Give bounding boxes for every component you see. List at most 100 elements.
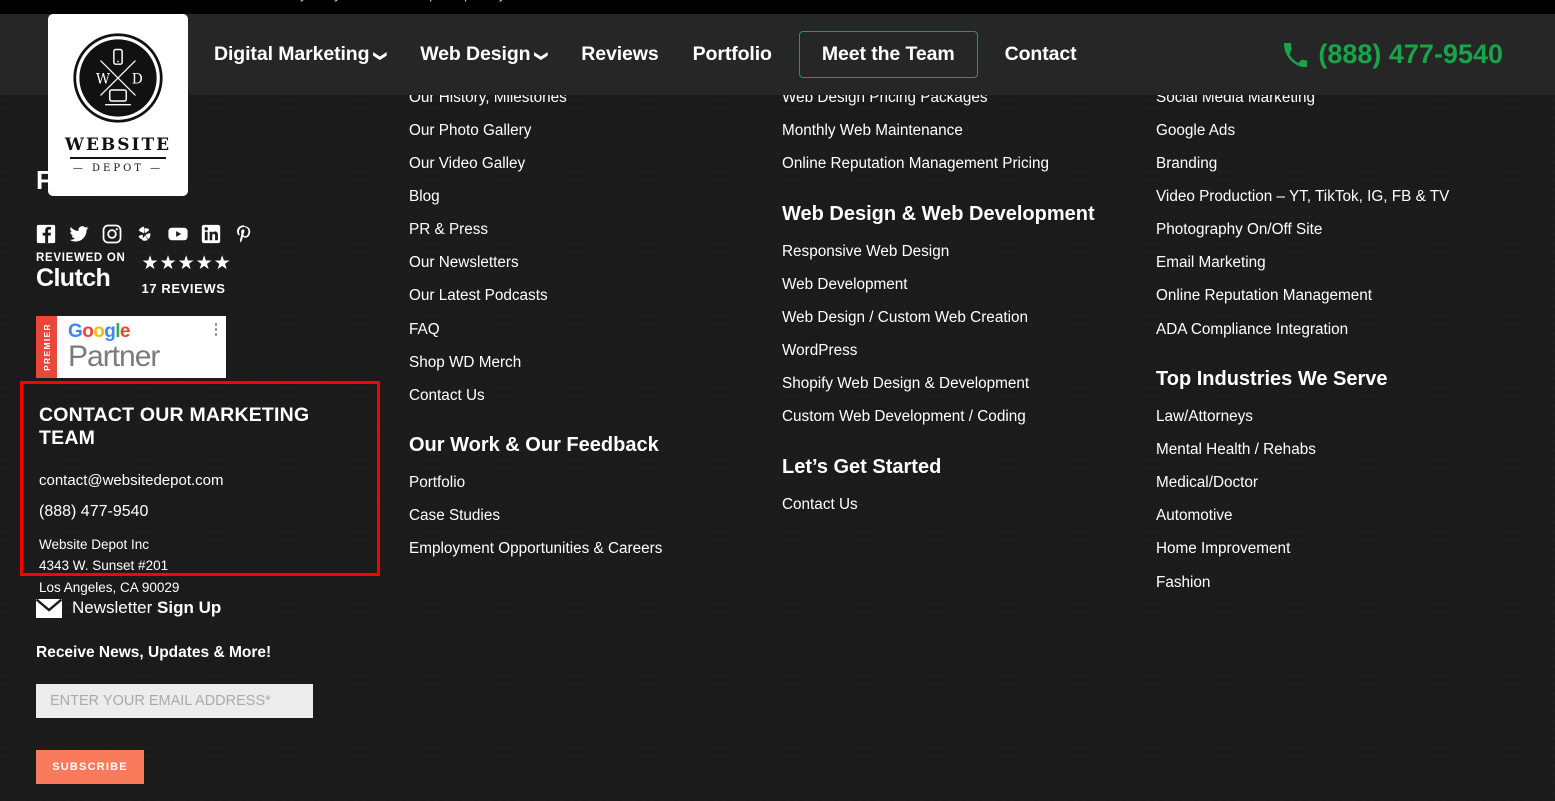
footer-link[interactable]: PR & Press bbox=[409, 221, 759, 239]
street-address: 4343 W. Sunset #201 bbox=[39, 558, 169, 574]
footer-link[interactable]: Portfolio bbox=[409, 474, 759, 492]
footer-link[interactable]: Email Marketing bbox=[1156, 254, 1536, 272]
footer-link[interactable]: Our Video Galley bbox=[409, 155, 759, 173]
envelope-icon bbox=[36, 598, 62, 618]
nav-reviews[interactable]: Reviews bbox=[564, 43, 675, 66]
twitter-icon[interactable] bbox=[69, 224, 89, 244]
column-links-top: Social Media Marketing Google Ads Branding… bbox=[1156, 89, 1536, 338]
company-name: Website Depot Inc bbox=[39, 537, 150, 552]
nav-item-label: Reviews bbox=[581, 43, 659, 65]
main-navigation: Digital Marketing ❯ Web Design ❯ Reviews Port… bbox=[197, 14, 1093, 95]
youtube-icon[interactable] bbox=[168, 224, 188, 244]
nav-digital-marketing[interactable]: Digital Marketing ❯ bbox=[197, 43, 403, 66]
subscribe-button[interactable]: SUBSCRIBE bbox=[36, 750, 144, 784]
footer-link[interactable]: Home Improvement bbox=[1156, 540, 1536, 558]
contact-box-title: CONTACT OUR MARKETING TEAM bbox=[39, 404, 310, 449]
star-rating-icon: ★★★★★ bbox=[141, 253, 232, 274]
footer-link[interactable]: Contact Us bbox=[409, 387, 759, 405]
logo-subwordmark: — DEPOT — bbox=[72, 163, 164, 174]
footer-link[interactable]: Employment Opportunities & Careers bbox=[409, 540, 759, 558]
footer-link[interactable]: Blog bbox=[409, 188, 759, 206]
svg-text:W: W bbox=[96, 72, 111, 88]
footer-section-heading: Let’s Get Started bbox=[782, 455, 942, 478]
footer-link[interactable]: Online Reputation Management Pricing bbox=[782, 155, 1137, 173]
footer-section-heading: Our Work & Our Feedback bbox=[409, 434, 659, 457]
clutch-brand: Clutch bbox=[36, 264, 111, 292]
footer-link[interactable]: Contact Us bbox=[782, 496, 1137, 514]
nav-item-label: Meet the Team bbox=[821, 43, 955, 65]
footer-link[interactable]: ADA Compliance Integration bbox=[1156, 321, 1536, 339]
chevron-down-icon: ❯ bbox=[534, 50, 550, 61]
footer-link[interactable]: WordPress bbox=[782, 342, 1137, 360]
page-root: y y l l p p y Our History, MilestonesOur… bbox=[0, 0, 1555, 801]
footer-link[interactable]: Our Newsletters bbox=[409, 254, 759, 272]
contact-address: Website Depot Inc 4343 W. Sunset #201 Lo… bbox=[39, 534, 361, 598]
column-marketing: Social Media Marketing Google Ads Branding… bbox=[1156, 89, 1536, 607]
footer-link[interactable]: Medical/Doctor bbox=[1156, 474, 1536, 492]
header-phone-link[interactable]: (888) 477-9540 bbox=[1283, 14, 1503, 95]
footer-section-heading: Web Design & Web Development bbox=[782, 202, 1095, 225]
clutch-reviewed-on: REVIEWED ON bbox=[36, 252, 126, 264]
newsletter-email-input[interactable] bbox=[36, 684, 313, 718]
footer-link[interactable]: Responsive Web Design bbox=[782, 243, 1137, 261]
footer-link[interactable]: FAQ bbox=[409, 321, 759, 339]
footer-link[interactable]: Automotive bbox=[1156, 507, 1536, 525]
newsletter-label-bold: Sign Up bbox=[157, 598, 222, 617]
footer-link[interactable]: Mental Health / Rehabs bbox=[1156, 441, 1536, 459]
footer-link[interactable]: Monthly Web Maintenance bbox=[782, 122, 1137, 140]
nav-item-label: Web Design bbox=[420, 43, 531, 65]
cutoff-text-ghost: y y l l p p y bbox=[300, 0, 517, 2]
footer-link[interactable]: Web Design / Custom Web Creation bbox=[782, 309, 1137, 327]
footer-link[interactable]: Shop WD Merch bbox=[409, 354, 759, 372]
nav-item-label: Portfolio bbox=[692, 43, 772, 65]
footer-link[interactable]: Online Reputation Management bbox=[1156, 287, 1536, 305]
premier-strip: PREMIER bbox=[36, 316, 57, 378]
yelp-icon[interactable] bbox=[135, 224, 155, 244]
kebab-menu-icon bbox=[214, 323, 217, 336]
site-header: Digital Marketing ❯ Web Design ❯ Reviews Port… bbox=[0, 14, 1555, 95]
pinterest-icon[interactable] bbox=[234, 224, 254, 244]
clutch-review-count: 17 REVIEWS bbox=[141, 281, 226, 296]
newsletter-subtitle: Receive News, Updates & More! bbox=[36, 644, 272, 661]
logo-wordmark: WEBSITE bbox=[64, 135, 172, 155]
google-premier-partner-badge[interactable]: PREMIER Google Partner bbox=[36, 316, 226, 378]
footer-link[interactable]: Law/Attorneys bbox=[1156, 408, 1536, 426]
footer-link[interactable]: Our Latest Podcasts bbox=[409, 287, 759, 305]
website-depot-emblem-icon: W D bbox=[72, 32, 164, 124]
column-links-top: Web Design Pricing Packages Monthly Web M… bbox=[782, 89, 1137, 173]
footer-link[interactable]: Our Photo Gallery bbox=[409, 122, 759, 140]
column-about: Our History, Milestones Our Photo Gallery… bbox=[409, 89, 759, 574]
page-top-sliver: y y l l p p y bbox=[0, 0, 1555, 14]
contact-phone-link[interactable]: (888) 477-9540 bbox=[39, 503, 361, 521]
nav-contact[interactable]: Contact bbox=[988, 43, 1094, 66]
nav-item-label: Digital Marketing bbox=[214, 43, 370, 65]
footer-link[interactable]: Web Development bbox=[782, 276, 1137, 294]
clutch-review-badge[interactable]: REVIEWED ON Clutch ★★★★★ 17 REVIEWS bbox=[36, 252, 232, 296]
phone-icon bbox=[1283, 42, 1308, 67]
svg-text:D: D bbox=[132, 72, 143, 88]
nav-item-label: Contact bbox=[1004, 43, 1077, 65]
footer-link[interactable]: Branding bbox=[1156, 155, 1536, 173]
instagram-icon[interactable] bbox=[102, 224, 122, 244]
contact-email-link[interactable]: contact@websitedepot.com bbox=[39, 472, 361, 489]
nav-web-design[interactable]: Web Design ❯ bbox=[403, 43, 564, 66]
nav-meet-the-team[interactable]: Meet the Team bbox=[798, 31, 978, 78]
footer-link[interactable]: Custom Web Development / Coding bbox=[782, 408, 1137, 426]
site-logo[interactable]: W D WEBSITE — DEPOT — bbox=[48, 14, 188, 196]
facebook-icon[interactable] bbox=[36, 224, 56, 244]
contact-marketing-team-box: CONTACT OUR MARKETING TEAM contact@websi… bbox=[20, 381, 380, 595]
footer-link[interactable]: Case Studies bbox=[409, 507, 759, 525]
footer-link[interactable]: Google Ads bbox=[1156, 122, 1536, 140]
newsletter-label-plain: Newsletter bbox=[72, 598, 158, 617]
partner-wordmark: Partner bbox=[68, 340, 160, 373]
footer-link[interactable]: Video Production – YT, TikTok, IG, FB & … bbox=[1156, 188, 1536, 206]
nav-portfolio[interactable]: Portfolio bbox=[676, 43, 789, 66]
header-phone-number: (888) 477-9540 bbox=[1318, 39, 1503, 69]
footer-link[interactable]: Photography On/Off Site bbox=[1156, 221, 1536, 239]
linkedin-icon[interactable] bbox=[201, 224, 221, 244]
premier-label: PREMIER bbox=[41, 323, 52, 371]
footer-link[interactable]: Shopify Web Design & Development bbox=[782, 375, 1137, 393]
chevron-down-icon: ❯ bbox=[373, 50, 389, 61]
footer-section-heading: Top Industries We Serve bbox=[1156, 368, 1388, 391]
footer-link[interactable]: Fashion bbox=[1156, 574, 1536, 592]
